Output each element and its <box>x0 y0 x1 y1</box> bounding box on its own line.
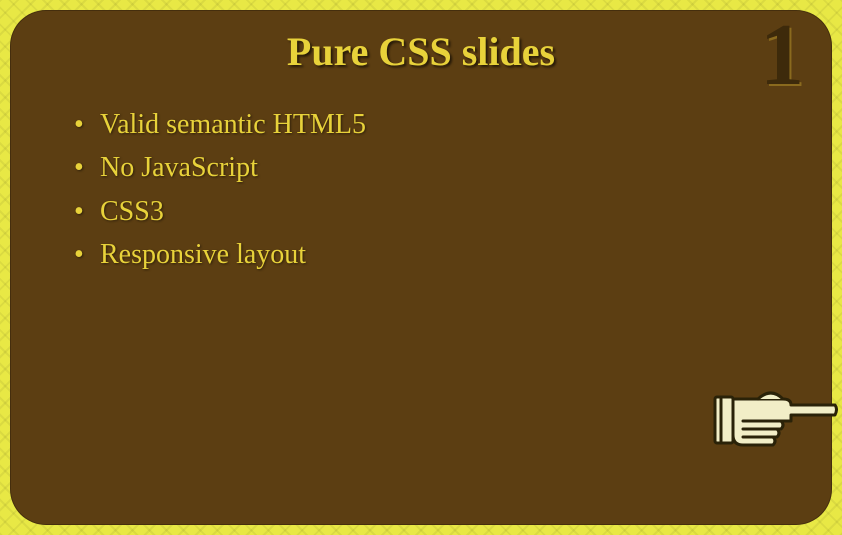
slide-card: 1 Pure CSS slides Valid semantic HTML5 N… <box>10 10 832 525</box>
list-item: Responsive layout <box>100 233 782 276</box>
list-item: No JavaScript <box>100 146 782 189</box>
bullet-list: Valid semantic HTML5 No JavaScript CSS3 … <box>60 103 782 277</box>
list-item: CSS3 <box>100 190 782 233</box>
list-item: Valid semantic HTML5 <box>100 103 782 146</box>
page-number: 1 <box>760 12 804 100</box>
slide-title: Pure CSS slides <box>60 28 782 75</box>
pointing-hand-icon[interactable] <box>713 375 838 465</box>
